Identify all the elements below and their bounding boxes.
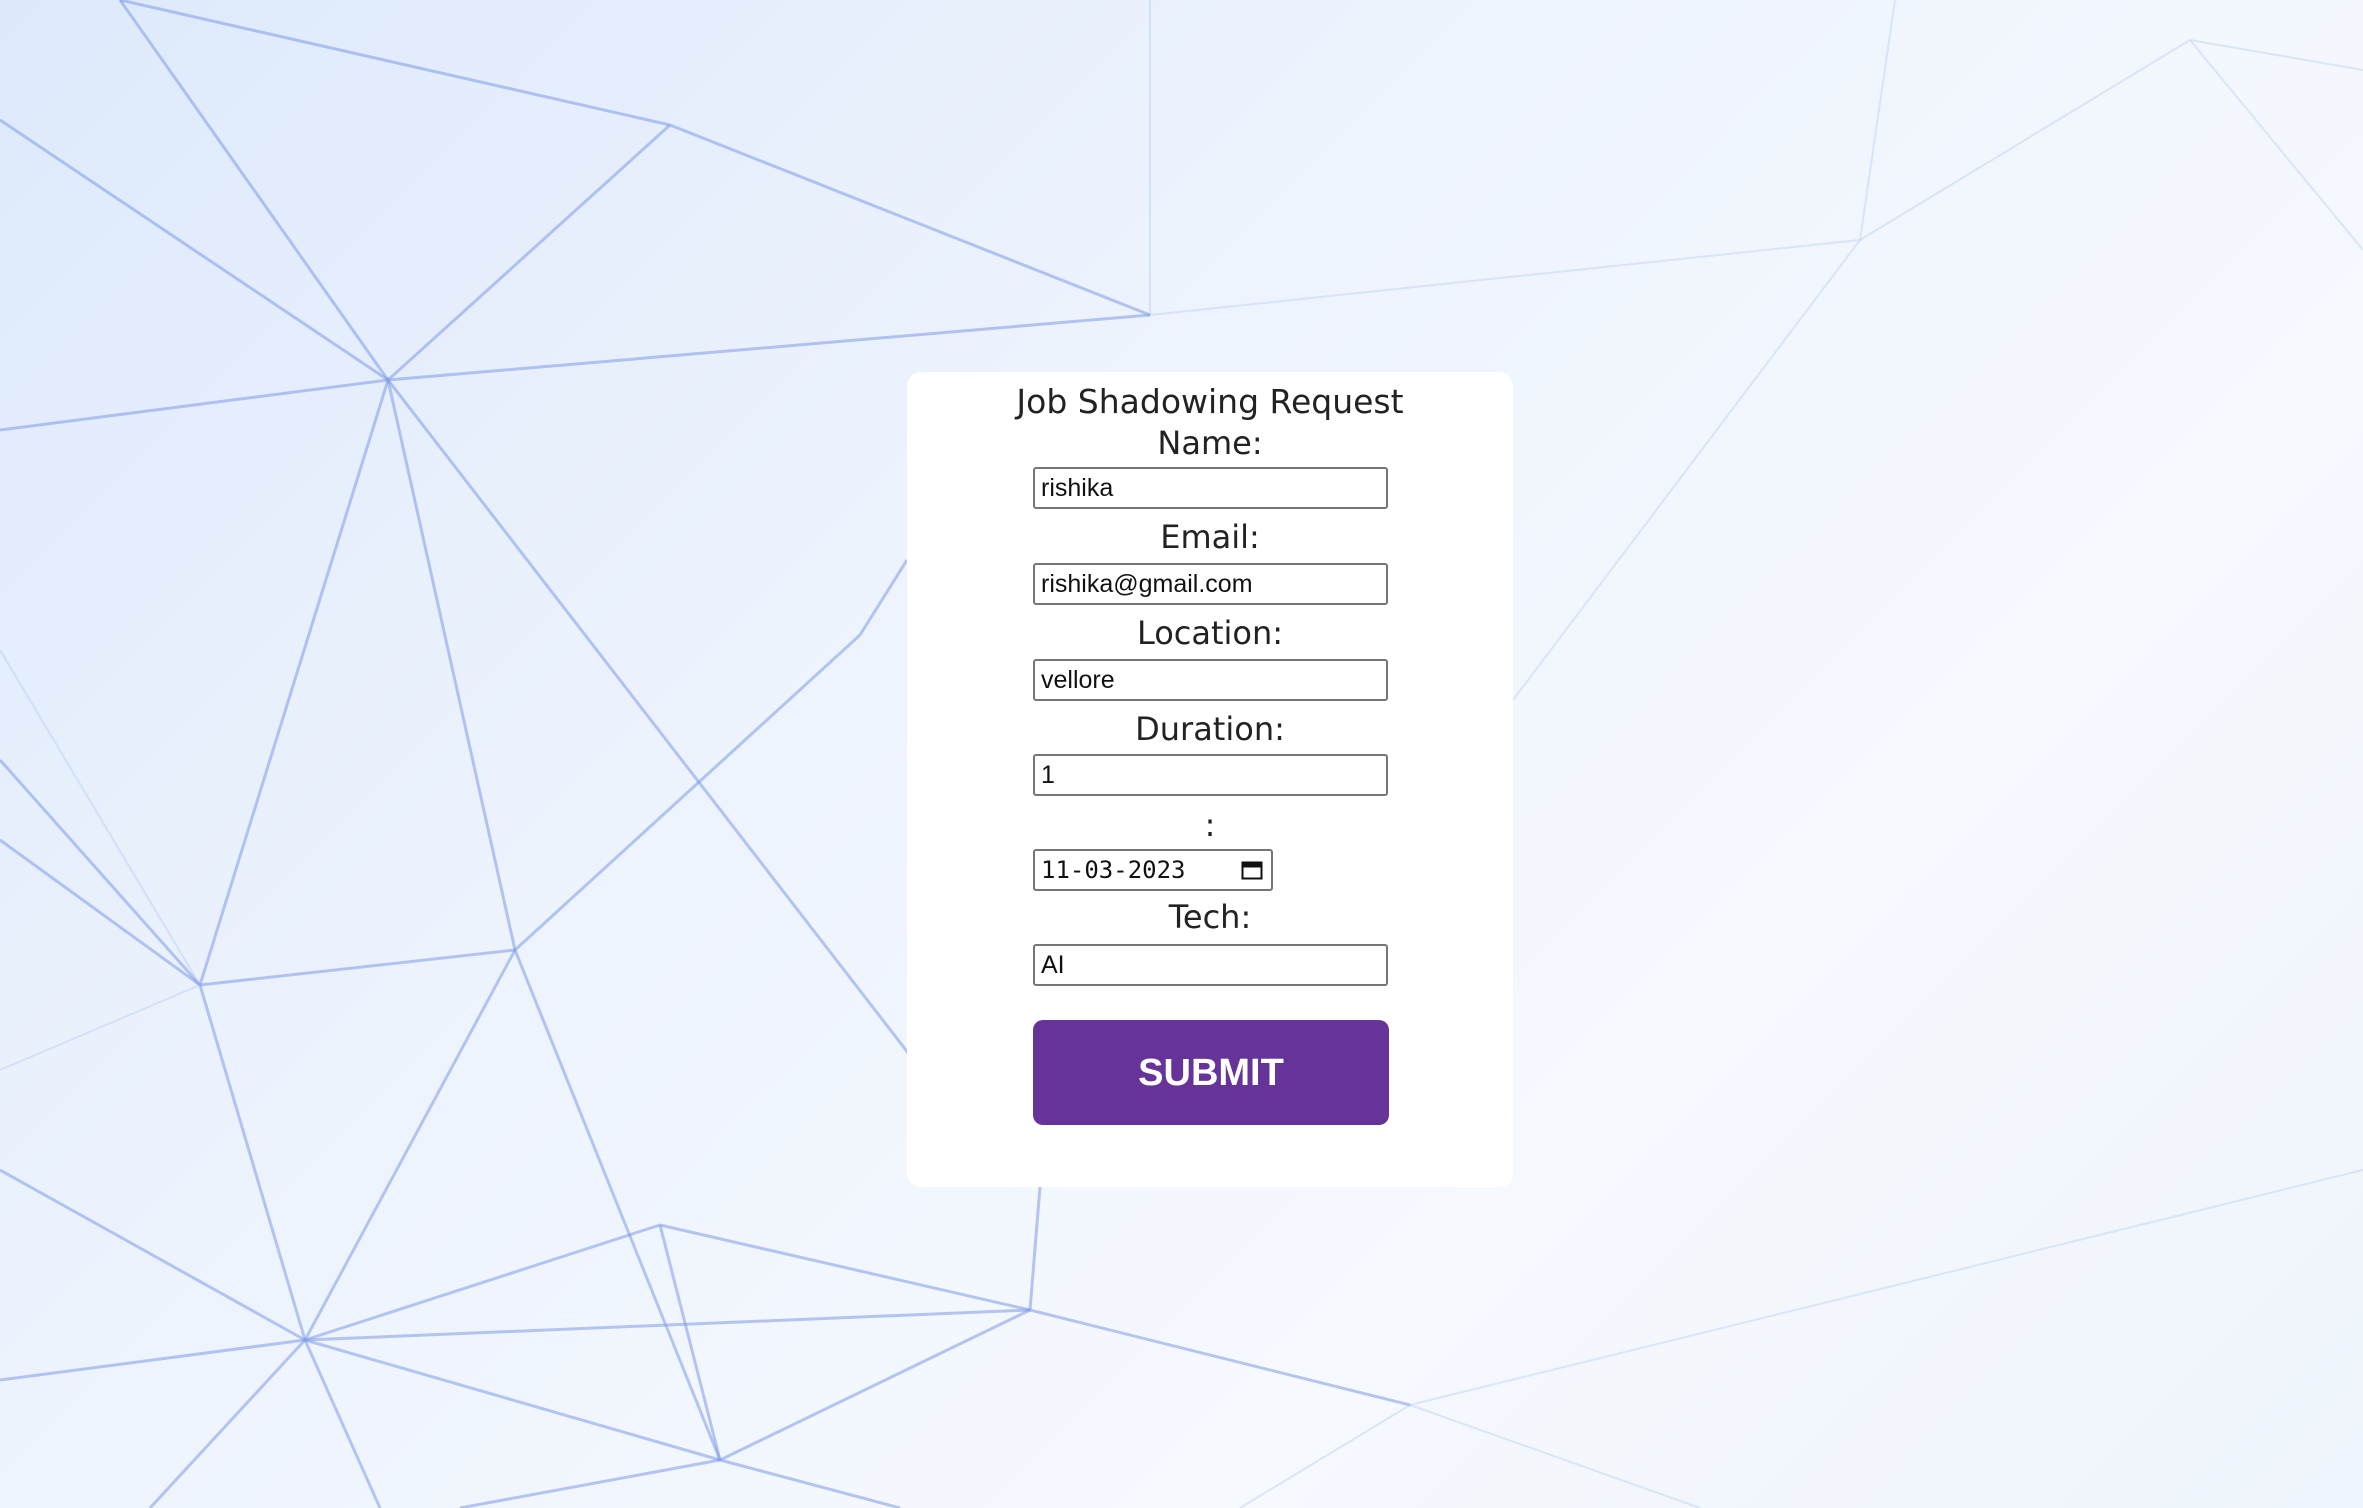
calendar-icon[interactable] xyxy=(1241,860,1263,880)
location-input[interactable]: vellore xyxy=(1033,659,1388,701)
date-value: 11-03-2023 xyxy=(1041,856,1186,884)
duration-label: Duration: xyxy=(1135,710,1285,748)
name-label: Name: xyxy=(1157,424,1263,462)
email-label: Email: xyxy=(1160,518,1260,556)
submit-button[interactable]: SUBMIT xyxy=(1033,1020,1389,1125)
tech-input[interactable]: AI xyxy=(1033,944,1388,986)
name-input[interactable]: rishika xyxy=(1033,467,1388,509)
date-input[interactable]: 11-03-2023 xyxy=(1033,849,1273,891)
job-shadowing-form-card: Job Shadowing Request Name: rishika Emai… xyxy=(907,372,1513,1187)
email-input[interactable]: rishika@gmail.com xyxy=(1033,563,1388,605)
form-title: Job Shadowing Request xyxy=(1016,382,1404,421)
location-label: Location: xyxy=(1136,614,1284,652)
tech-label: Tech: xyxy=(1168,898,1252,936)
duration-input[interactable]: 1 xyxy=(1033,754,1388,796)
date-label: : xyxy=(1204,806,1216,844)
